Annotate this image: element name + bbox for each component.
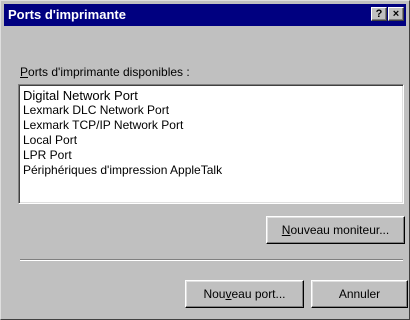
- new-monitor-button[interactable]: Nouveau moniteur...: [266, 216, 405, 244]
- new-port-button[interactable]: Nouveau port...: [185, 280, 304, 308]
- close-button[interactable]: ×: [388, 7, 404, 21]
- port-item-digital-network[interactable]: Digital Network Port: [23, 88, 403, 103]
- port-item-lpr[interactable]: LPR Port: [23, 148, 403, 163]
- ports-label-text: orts d'imprimante disponibles :: [28, 65, 190, 79]
- printer-ports-dialog: Ports d'imprimante ? × Ports d'imprimant…: [0, 0, 410, 320]
- port-item-appletalk[interactable]: Périphériques d'impression AppleTalk: [23, 163, 403, 178]
- new-port-label-pre: Nou: [203, 287, 226, 301]
- port-item-lexmark-dlc[interactable]: Lexmark DLC Network Port: [23, 103, 403, 118]
- help-button[interactable]: ?: [371, 7, 387, 21]
- ports-listbox[interactable]: Digital Network Port Lexmark DLC Network…: [18, 84, 404, 204]
- new-port-label-post: eau port...: [231, 287, 286, 301]
- cancel-button[interactable]: Annuler: [311, 280, 408, 308]
- window-title: Ports d'imprimante: [8, 7, 126, 22]
- separator: [20, 259, 403, 261]
- port-item-lexmark-tcpip[interactable]: Lexmark TCP/IP Network Port: [23, 118, 403, 133]
- port-item-local[interactable]: Local Port: [23, 133, 403, 148]
- ports-list-label: Ports d'imprimante disponibles :: [20, 65, 190, 79]
- ports-label-mnemonic: P: [20, 65, 29, 79]
- title-bar[interactable]: Ports d'imprimante ? ×: [4, 4, 406, 26]
- help-icon: ?: [375, 8, 383, 20]
- close-icon: ×: [392, 8, 400, 20]
- new-monitor-label: ouveau moniteur...: [290, 223, 390, 237]
